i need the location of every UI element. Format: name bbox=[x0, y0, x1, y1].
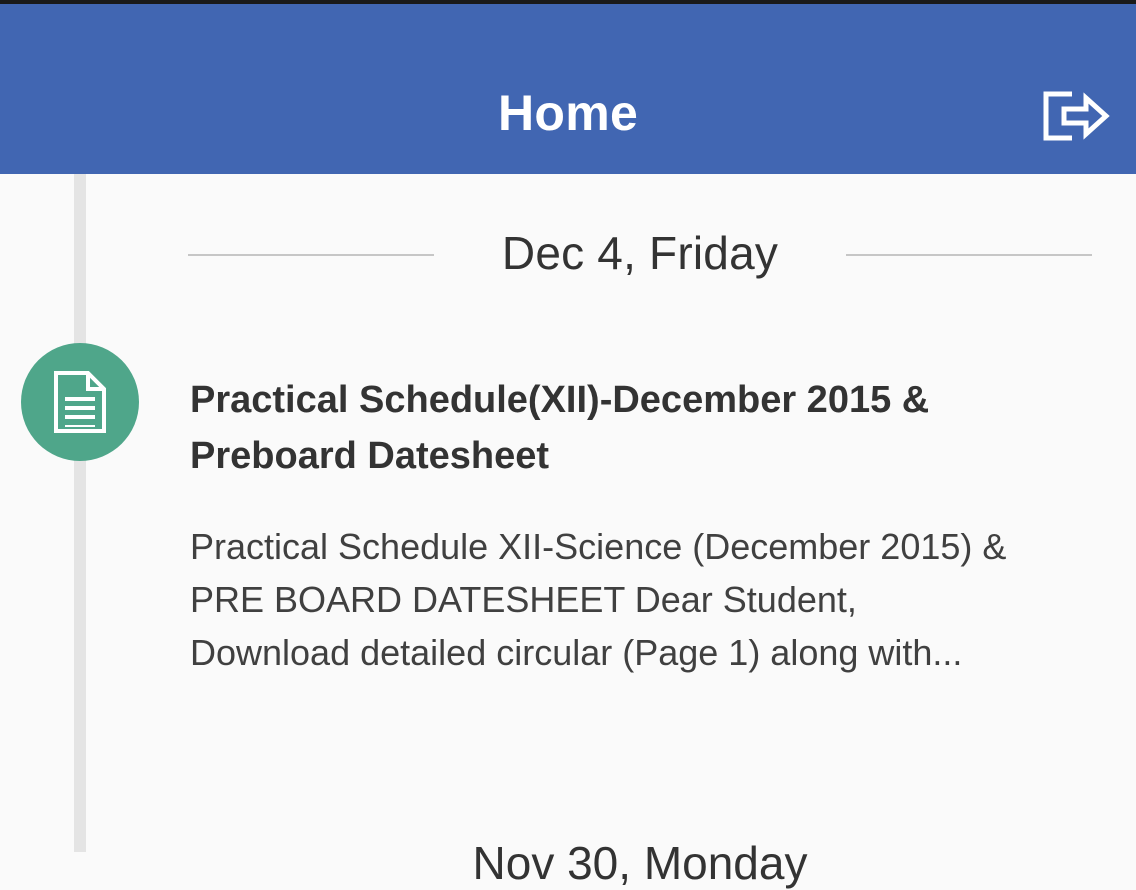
news-item-description[interactable]: Practical Schedule XII-Science (December… bbox=[190, 520, 1070, 679]
logout-icon bbox=[1043, 91, 1110, 141]
date-label: Dec 4, Friday bbox=[501, 227, 779, 279]
app-bar: Home bbox=[0, 4, 1136, 174]
document-icon-badge bbox=[21, 343, 139, 461]
news-item-title[interactable]: Practical Schedule(XII)-December 2015 & … bbox=[190, 372, 1070, 484]
timeline-feed[interactable]: Dec 4, Friday Practical Schedule(XII)-De… bbox=[0, 174, 1136, 889]
page-title: Home bbox=[497, 85, 639, 141]
date-label: Nov 30, Monday bbox=[472, 837, 808, 889]
logout-button[interactable] bbox=[1034, 84, 1118, 148]
timeline-line bbox=[74, 174, 86, 852]
document-icon bbox=[54, 371, 106, 433]
date-divider-line-left bbox=[188, 254, 434, 256]
date-divider: Dec 4, Friday bbox=[188, 220, 1092, 290]
date-divider-line-right bbox=[846, 254, 1092, 256]
